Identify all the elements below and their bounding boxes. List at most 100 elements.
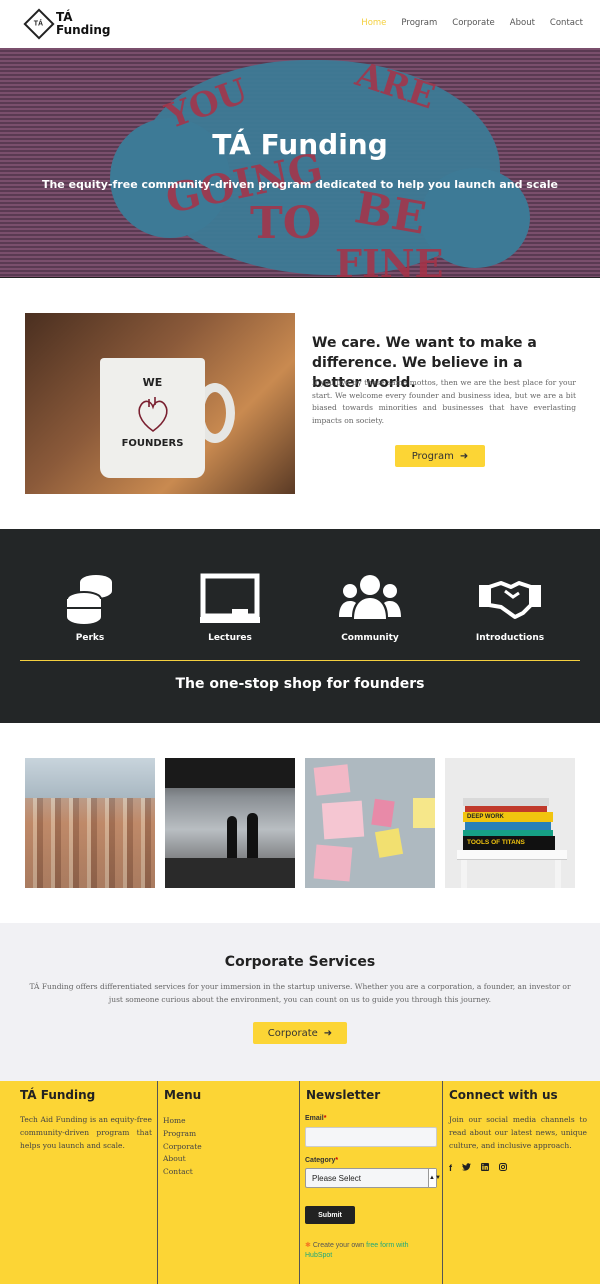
- gallery-books-photo: DEEP WORK TOOLS OF TITANS: [445, 758, 575, 888]
- footer-brand-col: TÁ Funding Tech Aid Funding is an equity…: [14, 1081, 157, 1284]
- sticky-note: [313, 764, 351, 796]
- footer-connect-text: Join our social media channels to read a…: [449, 1115, 587, 1150]
- gallery-sticky-notes-photo: [305, 758, 435, 888]
- footer-newsletter-col: Newsletter Email* Category* Please Selec…: [299, 1081, 442, 1284]
- footer-link-home[interactable]: Home: [163, 1115, 202, 1128]
- site-logo[interactable]: TÁ TÁ Funding: [23, 8, 111, 40]
- feature-introductions: Introductions: [450, 573, 570, 643]
- footer-menu-col: Menu Home Program Corporate About Contac…: [157, 1081, 299, 1284]
- submit-button[interactable]: Submit: [305, 1206, 355, 1224]
- site-footer: TÁ Funding Tech Aid Funding is an equity…: [0, 1081, 600, 1284]
- corporate-button-label: Corporate: [267, 1027, 318, 1039]
- about-paragraph: If you live by these same mottos, then w…: [312, 378, 576, 425]
- logo-diamond-icon: TÁ: [23, 8, 55, 40]
- sticky-note: [413, 798, 435, 828]
- hubspot-link[interactable]: free form with: [366, 1242, 408, 1249]
- sticky-note: [374, 828, 404, 858]
- feature-community: Community: [310, 573, 430, 643]
- hubspot-brand-link[interactable]: HubSpot: [305, 1252, 332, 1259]
- mug-text-line-1: WE: [142, 376, 163, 389]
- instagram-icon[interactable]: [499, 1163, 507, 1173]
- logo-wordmark: TÁ Funding: [56, 11, 111, 37]
- twitter-icon[interactable]: [462, 1163, 471, 1173]
- footer-link-about[interactable]: About: [163, 1153, 202, 1166]
- city-rooftops: [25, 798, 155, 888]
- hero-subtitle: The equity-free community-driven program…: [41, 178, 559, 191]
- nav-program[interactable]: Program: [401, 18, 437, 28]
- footer-connect-title: Connect with us: [449, 1088, 558, 1102]
- feature-label: Perks: [75, 633, 105, 643]
- category-select[interactable]: Please Select ▲▼: [305, 1168, 441, 1188]
- hubspot-credit: ✱ Create your own free form with HubSpot: [305, 1241, 409, 1261]
- nav-corporate[interactable]: Corporate: [452, 18, 495, 28]
- hubspot-prefix: Create your own: [312, 1242, 367, 1249]
- feature-label: Lectures: [208, 633, 252, 643]
- footer-connect-col: Connect with us Join our social media ch…: [442, 1081, 600, 1284]
- nav-home[interactable]: Home: [361, 18, 386, 28]
- book-spine: TOOLS OF TITANS: [463, 836, 555, 850]
- hero-mural-word: FINE: [335, 241, 444, 278]
- footer-brand-title: TÁ Funding: [20, 1088, 96, 1102]
- features-tagline: The one-stop shop for founders: [175, 676, 425, 692]
- footer-link-program[interactable]: Program: [163, 1128, 202, 1141]
- hero-banner: YOU ARE GOING TO BE FINE TÁ Funding The …: [0, 48, 600, 278]
- gallery-city-photo: [25, 758, 155, 888]
- feature-label: Introductions: [475, 633, 545, 643]
- corporate-button[interactable]: Corporate ➜: [253, 1022, 347, 1044]
- email-label: Email*: [305, 1115, 327, 1122]
- hubspot-sprocket-icon: ✱: [305, 1242, 311, 1249]
- email-field[interactable]: [305, 1127, 437, 1147]
- mug-text-line-2: FOUNDERS: [121, 438, 184, 449]
- person-silhouette: [227, 816, 237, 860]
- footer-menu-title: Menu: [164, 1088, 202, 1102]
- stool-leg: [555, 860, 561, 888]
- program-button[interactable]: Program ➜: [395, 445, 485, 467]
- arrow-right-icon: ➜: [459, 450, 469, 462]
- footer-brand-text: Tech Aid Funding is an equity-free commu…: [20, 1115, 152, 1150]
- gallery-office-photo: [165, 758, 295, 888]
- users-icon: [339, 575, 401, 619]
- book-spine: DEEP WORK: [463, 812, 553, 822]
- linkedin-icon[interactable]: [481, 1163, 489, 1173]
- footer-link-corporate[interactable]: Corporate: [163, 1141, 202, 1154]
- book-spine: [465, 822, 551, 830]
- nav-about[interactable]: About: [510, 18, 535, 28]
- feature-label: Community: [341, 633, 399, 643]
- sticky-note: [371, 798, 395, 828]
- office-floor: [165, 858, 295, 888]
- logo-mark-text: TÁ: [34, 20, 44, 28]
- sticky-note: [313, 844, 353, 882]
- handshake-icon: [479, 581, 541, 619]
- chalkboard-icon: [200, 573, 260, 623]
- social-links: f: [449, 1163, 507, 1173]
- main-nav: Home Program Corporate About Contact: [361, 18, 583, 28]
- footer-link-contact[interactable]: Contact: [163, 1166, 202, 1179]
- features-section: Perks Lectures Community Introductions T…: [0, 529, 600, 723]
- corporate-section: Corporate Services TÁ Funding offers dif…: [0, 923, 600, 1081]
- select-arrow-icon: ▲▼: [428, 1169, 441, 1187]
- corporate-heading: Corporate Services: [224, 954, 376, 970]
- hero-mural-word: TO: [250, 198, 322, 249]
- corporate-paragraph: TÁ Funding offers differentiated service…: [29, 982, 571, 1004]
- program-button-label: Program: [411, 450, 454, 462]
- stool-leg: [461, 860, 467, 888]
- divider: [20, 660, 580, 661]
- facebook-icon[interactable]: f: [449, 1163, 452, 1173]
- feature-lectures: Lectures: [170, 573, 290, 643]
- coins-icon: [66, 575, 112, 624]
- mug-photo: WE FOUNDERS: [25, 313, 295, 494]
- arrow-right-icon: ➜: [323, 1027, 333, 1039]
- category-select-value: Please Select: [312, 1174, 361, 1183]
- category-label: Category*: [305, 1157, 339, 1164]
- sticky-note: [321, 800, 365, 840]
- stool-top: [457, 850, 567, 860]
- footer-newsletter-title: Newsletter: [306, 1088, 381, 1102]
- nav-contact[interactable]: Contact: [550, 18, 583, 28]
- feature-perks: Perks: [30, 573, 150, 643]
- logo-line-2: Funding: [56, 23, 111, 37]
- book-spine: [463, 798, 549, 806]
- hero-title: TÁ Funding: [212, 128, 388, 161]
- person-silhouette: [247, 813, 258, 861]
- site-header: TÁ TÁ Funding Home Program Corporate Abo…: [0, 0, 600, 48]
- heart-anatomy-icon: [138, 397, 168, 432]
